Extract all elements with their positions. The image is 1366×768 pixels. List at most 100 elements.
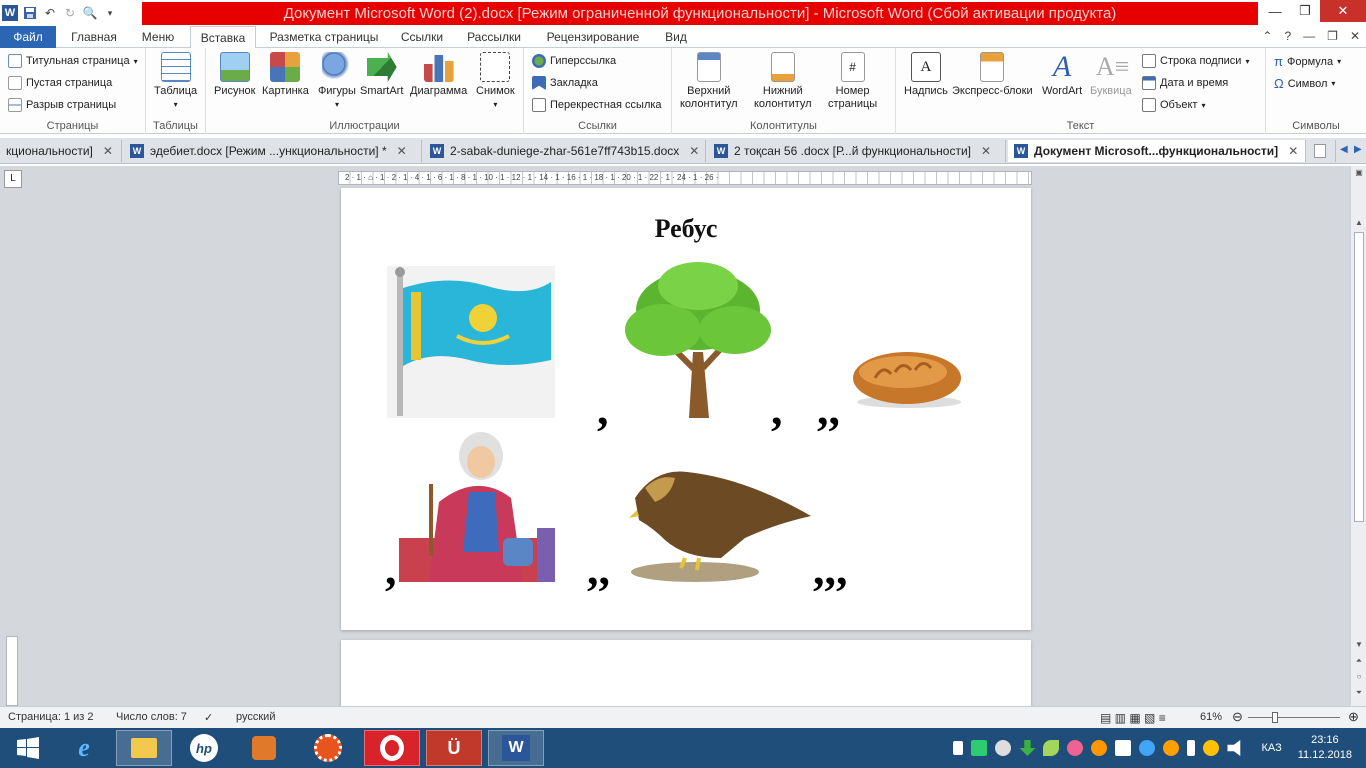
doc-restore-icon[interactable]: ❐ [1327,29,1338,43]
doc-tab-3[interactable]: W 2-sabak-duniege-zhar-561e7ff743b15.doc… [424,140,706,162]
chat-icon[interactable] [1139,740,1156,756]
close-tab-icon[interactable]: ✕ [1288,144,1298,158]
undo-icon[interactable]: ↶ [42,5,58,21]
scrollbar-thumb[interactable] [1354,232,1364,522]
close-tab-icon[interactable]: ✕ [689,144,699,158]
page-number-button[interactable]: # Номер страницы [828,52,877,111]
doc-tab-4[interactable]: W 2 тоқсан 56 .docx [Р...й функционально… [708,140,1006,162]
blank-page-button[interactable]: Пустая страница [8,76,112,90]
next-page-icon[interactable]: ⏷ [1351,688,1366,698]
footer-button[interactable]: Нижний колонтитул [754,52,812,111]
restore-button[interactable]: ❐ [1290,0,1320,22]
bookmark-button[interactable]: Закладка [532,76,598,90]
kazakhstan-flag-image[interactable] [387,266,555,418]
wordart-button[interactable]: A WordArt [1042,52,1082,98]
document-page-2[interactable] [341,640,1031,706]
hp-icon[interactable]: hp [176,730,232,766]
equation-button[interactable]: π Формула ▾ [1274,54,1341,69]
tree-image[interactable] [623,260,773,420]
eagle-image[interactable] [625,458,815,582]
cross-reference-button[interactable]: Перекрестная ссылка [532,98,662,112]
page-count[interactable]: Страница: 1 из 2 [8,711,94,723]
tab-menu[interactable]: Меню [132,26,184,48]
tab-review[interactable]: Рецензирование [536,26,650,48]
doc-close-icon[interactable]: ✕ [1350,29,1360,43]
volume-icon[interactable] [1227,740,1241,756]
table-button[interactable]: Таблица ▾ [154,52,197,111]
quick-parts-button[interactable]: Экспресс-блоки [952,52,1033,98]
redo-icon[interactable]: ↻ [62,5,78,21]
zoom-in-icon[interactable]: ⊕ [1348,709,1359,725]
symbol-button[interactable]: Ω Символ ▾ [1274,76,1335,91]
pdf-reader-icon[interactable]: Ü [426,730,482,766]
clipart-button[interactable]: Картинка [262,52,309,98]
vertical-scrollbar[interactable]: ▣ ▲ ▼ ⏶ ○ ⏷ [1350,166,1366,706]
vertical-ruler[interactable] [6,636,18,706]
start-button[interactable] [0,730,56,766]
view-buttons[interactable]: ▤ ▥ ▦ ▧ ≡ [1100,711,1166,725]
signature-line-button[interactable]: Строка подписи ▾ [1142,54,1249,68]
zoom-slider[interactable] [1248,717,1340,718]
close-tab-icon[interactable]: ✕ [397,144,407,158]
minimize-ribbon-icon[interactable]: ⌃ [1262,29,1272,43]
zoom-level[interactable]: 61% [1200,711,1222,723]
ruler-toggle-icon[interactable]: ▣ [1351,168,1366,177]
battery-icon[interactable] [1187,740,1196,756]
help-icon[interactable]: ? [1284,29,1291,43]
tab-view[interactable]: Вид [656,26,696,48]
media-player-icon[interactable] [236,730,292,766]
network-icon[interactable] [971,740,988,756]
doc-tab-2[interactable]: W эдебиет.docx [Режим ...ункциональности… [124,140,422,162]
screenshot-button[interactable]: Снимок ▾ [476,52,515,111]
power-icon[interactable] [1203,740,1220,756]
new-tab-button[interactable] [1308,140,1336,162]
keyboard-language[interactable]: КАЗ [1261,742,1281,754]
cover-page-button[interactable]: Титульная страница ▾ [8,54,138,68]
opera-icon[interactable] [364,730,420,766]
proofing-icon[interactable]: ✓ [204,711,213,724]
doc-minimize-icon[interactable]: — [1303,29,1315,43]
print-preview-icon[interactable]: 🔍 [82,5,98,21]
flag-icon[interactable] [953,741,964,755]
doc-tab-active[interactable]: W Документ Microsoft...функциональности]… [1008,140,1306,162]
close-tab-icon[interactable]: ✕ [981,144,991,158]
smartart-button[interactable]: SmartArt [360,52,403,98]
close-tab-icon[interactable]: ✕ [103,144,113,158]
tabs-scroll-right-icon[interactable]: ▶ [1354,144,1362,155]
hyperlink-button[interactable]: Гиперссылка [532,54,616,68]
zoom-slider-thumb[interactable] [1272,712,1278,723]
browse-object-icon[interactable]: ○ [1351,672,1366,681]
object-button[interactable]: Объект ▾ [1142,98,1205,112]
word-app-icon[interactable]: W [2,5,18,21]
bread-loaf-image[interactable] [851,348,967,412]
tab-selector[interactable]: L [4,170,22,188]
word-taskbar-icon[interactable]: W [488,730,544,766]
settings-tray-icon[interactable] [1091,740,1108,756]
internet-explorer-icon[interactable]: e [56,730,112,766]
chart-button[interactable]: Диаграмма [410,52,467,98]
scroll-up-arrow-icon[interactable]: ▲ [1351,218,1366,227]
shapes-button[interactable]: Фигуры ▾ [318,52,356,111]
text-box-button[interactable]: A Надпись [904,52,948,98]
update-icon[interactable] [1163,740,1180,756]
flower-icon[interactable] [1067,740,1084,756]
date-time-button[interactable]: Дата и время [1142,76,1228,90]
download-icon[interactable] [1019,740,1036,756]
tab-mailings[interactable]: Рассылки [460,26,528,48]
tabs-scroll-left-icon[interactable]: ◀ [1340,144,1348,155]
minimize-button[interactable]: — [1260,0,1290,22]
monitor-icon[interactable] [1115,740,1132,756]
customize-toolbar-icon[interactable]: ▾ [102,5,118,21]
page-break-button[interactable]: Разрыв страницы [8,98,116,112]
tab-file[interactable]: Файл [0,26,56,48]
zoom-out-icon[interactable]: ⊖ [1232,709,1243,725]
tab-home[interactable]: Главная [62,26,126,48]
tab-references[interactable]: Ссылки [392,26,452,48]
clock-app-icon[interactable] [995,740,1012,756]
language-indicator[interactable]: русский [236,711,275,723]
save-icon[interactable] [22,5,38,21]
word-count[interactable]: Число слов: 7 [116,711,187,723]
picture-button[interactable]: Рисунок [214,52,256,98]
tab-page-layout[interactable]: Разметка страницы [262,26,386,48]
scroll-down-arrow-icon[interactable]: ▼ [1351,640,1366,649]
